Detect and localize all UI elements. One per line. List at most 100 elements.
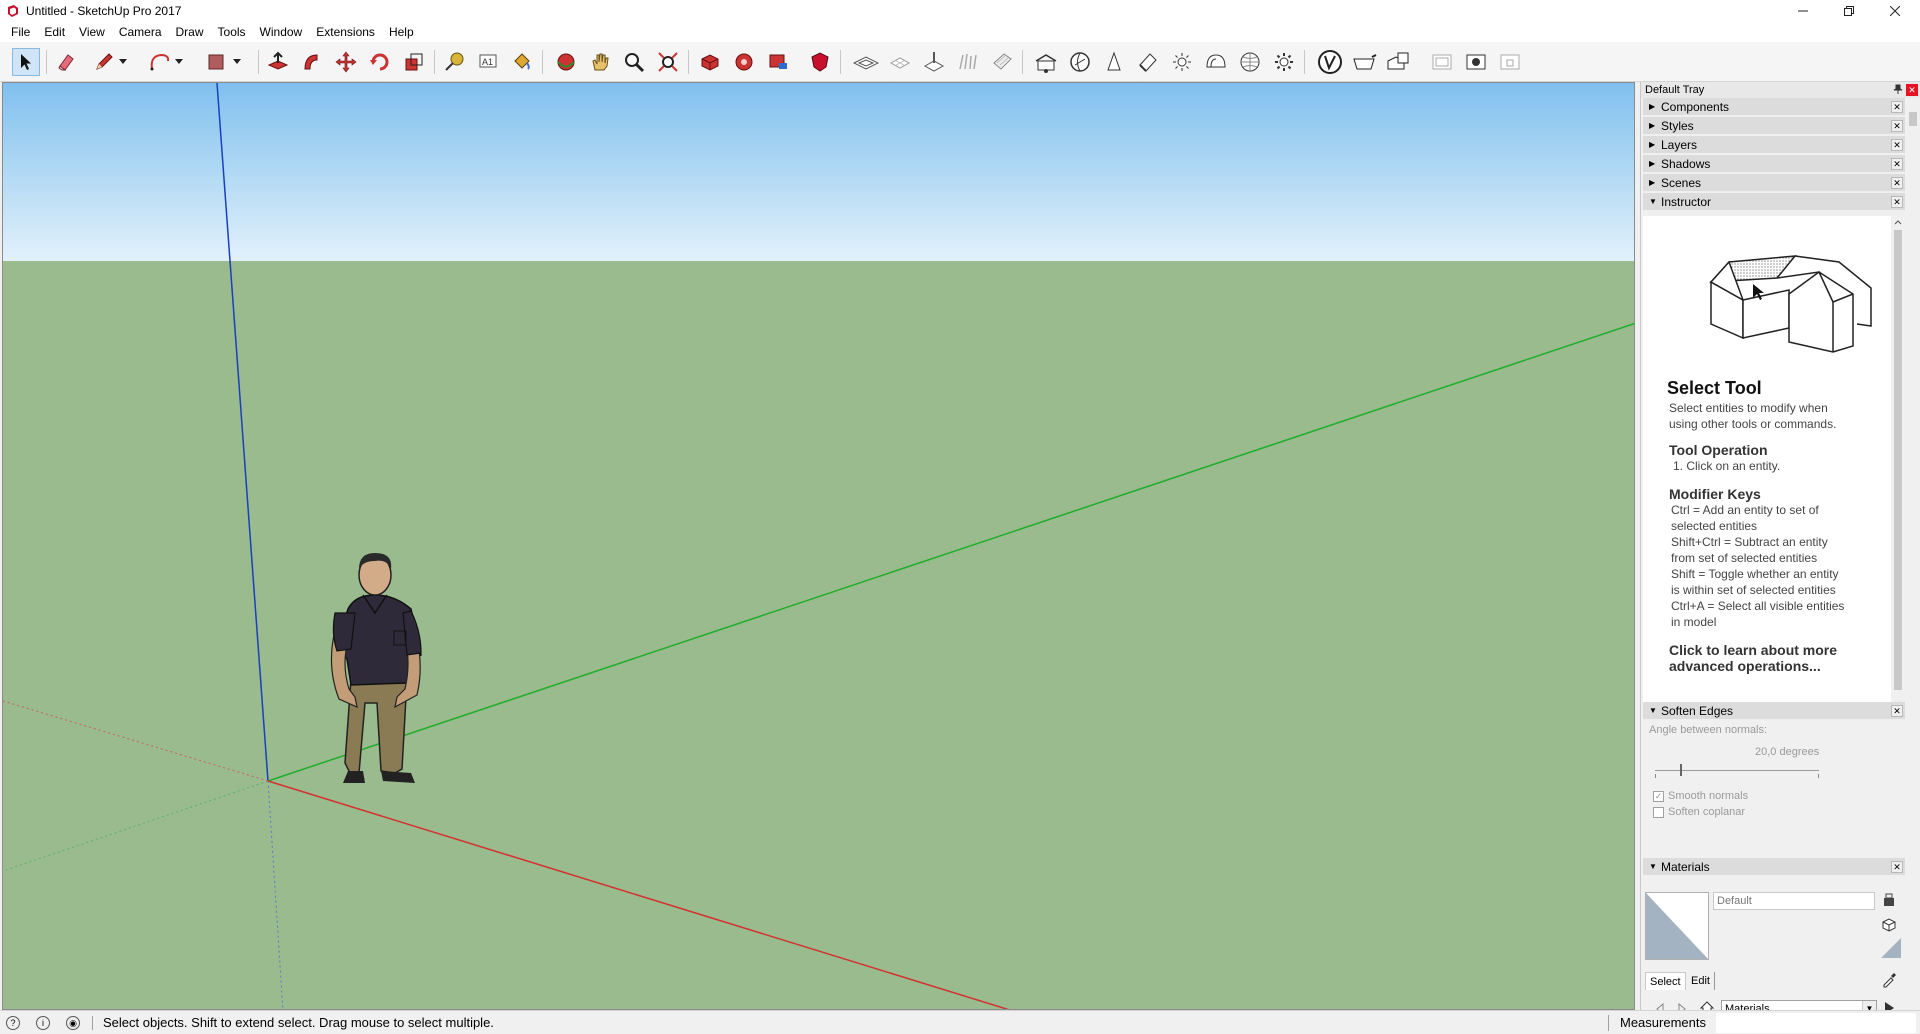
menu-file[interactable]: File <box>4 22 37 42</box>
sandbox-from-contours-button[interactable] <box>852 48 880 76</box>
panel-close-icon[interactable]: ✕ <box>1891 158 1903 170</box>
instructor-scrollbar[interactable] <box>1891 216 1905 710</box>
panel-scenes[interactable]: ▶ Scenes ✕ <box>1643 174 1905 192</box>
arc-button[interactable] <box>146 48 174 76</box>
rectangle-dropdown-button[interactable] <box>230 48 244 76</box>
zoom-button[interactable] <box>620 48 648 76</box>
back-view-button[interactable] <box>1496 48 1524 76</box>
create-material-icon[interactable] <box>1881 892 1897 911</box>
panel-materials[interactable]: ▼ Materials ✕ <box>1643 858 1905 876</box>
send-to-layout-button[interactable] <box>764 48 792 76</box>
tape-measure-button[interactable] <box>440 48 468 76</box>
xray-button[interactable] <box>1100 48 1128 76</box>
panel-close-icon[interactable]: ✕ <box>1891 101 1903 113</box>
scroll-up-icon[interactable] <box>1891 216 1905 228</box>
rotate-button[interactable] <box>366 48 394 76</box>
monochrome-button[interactable] <box>1316 48 1344 76</box>
menu-edit[interactable]: Edit <box>37 22 72 42</box>
menu-tools[interactable]: Tools <box>211 22 253 42</box>
minimize-button[interactable] <box>1780 0 1826 22</box>
panel-soften-edges[interactable]: ▼ Soften Edges ✕ <box>1643 702 1905 720</box>
menu-draw[interactable]: Draw <box>169 22 211 42</box>
move-button[interactable] <box>332 48 360 76</box>
advanced-operations-link-2[interactable]: advanced operations... <box>1669 658 1821 674</box>
scene-canvas[interactable] <box>3 83 1635 1010</box>
panel-close-icon[interactable]: ✕ <box>1891 861 1903 873</box>
eyedropper-icon[interactable] <box>1881 972 1897 991</box>
panel-close-icon[interactable]: ✕ <box>1891 705 1903 717</box>
pin-icon[interactable] <box>1892 84 1904 96</box>
material-name-field[interactable]: Default <box>1713 892 1875 910</box>
panel-close-icon[interactable]: ✕ <box>1891 120 1903 132</box>
sandbox-from-scratch-button[interactable] <box>886 48 914 76</box>
credits-icon[interactable]: i <box>36 1016 50 1030</box>
menu-help[interactable]: Help <box>382 22 421 42</box>
3d-warehouse-button[interactable] <box>696 48 724 76</box>
modifier-line: in model <box>1671 615 1717 629</box>
panel-close-icon[interactable]: ✕ <box>1891 139 1903 151</box>
smooth-normals-option[interactable]: ✓ Smooth normals <box>1653 790 1748 802</box>
instructor-scroll-thumb[interactable] <box>1894 230 1902 690</box>
soften-coplanar-checkbox[interactable] <box>1653 806 1664 818</box>
shaded-button[interactable] <box>1236 48 1264 76</box>
hidden-line-button[interactable] <box>1202 48 1230 76</box>
sample-paint-icon[interactable] <box>1881 938 1901 961</box>
extension-manager-button[interactable] <box>806 48 834 76</box>
menu-window[interactable]: Window <box>253 22 310 42</box>
panel-styles[interactable]: ▶ Styles ✕ <box>1643 117 1905 135</box>
iso-view-button[interactable] <box>1350 48 1378 76</box>
panel-close-icon[interactable]: ✕ <box>1891 177 1903 189</box>
line-dropdown-button[interactable] <box>116 48 130 76</box>
drape-button[interactable] <box>988 48 1016 76</box>
paint-bucket-button[interactable] <box>508 48 536 76</box>
collapsed-arrow-icon: ▶ <box>1649 121 1656 130</box>
menu-view[interactable]: View <box>72 22 112 42</box>
angle-slider-thumb[interactable] <box>1679 764 1682 776</box>
display-secondary-pane-icon[interactable] <box>1881 916 1897 935</box>
geo-location-icon[interactable]: ? <box>6 1016 20 1030</box>
close-button[interactable] <box>1872 0 1918 22</box>
tab-select[interactable]: Select <box>1645 972 1686 990</box>
smooth-normals-checkbox[interactable]: ✓ <box>1653 790 1664 802</box>
panel-components[interactable]: ▶ Components ✕ <box>1643 98 1905 116</box>
push-pull-button[interactable] <box>264 48 292 76</box>
tab-edit[interactable]: Edit <box>1687 972 1715 990</box>
eraser-button[interactable] <box>52 48 80 76</box>
zoom-extents-button[interactable] <box>654 48 682 76</box>
panel-shadows[interactable]: ▶ Shadows ✕ <box>1643 155 1905 173</box>
wireframe-button[interactable] <box>1168 48 1196 76</box>
right-view-button[interactable] <box>1462 48 1490 76</box>
scale-button[interactable] <box>400 48 428 76</box>
front-view-button[interactable] <box>1428 48 1456 76</box>
tray-scrollbar[interactable] <box>1907 98 1919 1010</box>
panel-instructor[interactable]: ▼ Instructor ✕ <box>1643 193 1905 211</box>
orbit-button[interactable] <box>552 48 580 76</box>
follow-me-button[interactable] <box>298 48 326 76</box>
tray-close-icon[interactable]: ✕ <box>1906 84 1918 96</box>
model-viewport[interactable] <box>2 82 1635 1010</box>
measurements-input[interactable] <box>1716 1013 1916 1033</box>
shaded-textures-button[interactable] <box>1270 48 1298 76</box>
menu-camera[interactable]: Camera <box>112 22 169 42</box>
smoove-button[interactable] <box>920 48 948 76</box>
menu-extensions[interactable]: Extensions <box>309 22 382 42</box>
select-tool-button[interactable] <box>12 48 40 76</box>
pan-button[interactable] <box>586 48 614 76</box>
text-button[interactable]: A1 <box>474 48 502 76</box>
back-edges-button[interactable] <box>1134 48 1162 76</box>
restore-button[interactable] <box>1826 0 1872 22</box>
flip-edge-button[interactable] <box>1066 48 1094 76</box>
panel-close-icon[interactable]: ✕ <box>1891 196 1903 208</box>
panel-layers[interactable]: ▶ Layers ✕ <box>1643 136 1905 154</box>
user-account-icon[interactable]: ◉ <box>66 1016 80 1030</box>
add-detail-button[interactable] <box>1032 48 1060 76</box>
rectangle-button[interactable] <box>202 48 230 76</box>
stamp-button[interactable] <box>954 48 982 76</box>
soften-coplanar-option[interactable]: Soften coplanar <box>1653 806 1745 818</box>
tray-scroll-thumb[interactable] <box>1909 112 1917 126</box>
extension-warehouse-button[interactable] <box>730 48 758 76</box>
top-view-button[interactable] <box>1384 48 1412 76</box>
arc-dropdown-button[interactable] <box>172 48 186 76</box>
line-button[interactable] <box>90 48 118 76</box>
advanced-operations-link[interactable]: Click to learn about more <box>1669 642 1837 658</box>
